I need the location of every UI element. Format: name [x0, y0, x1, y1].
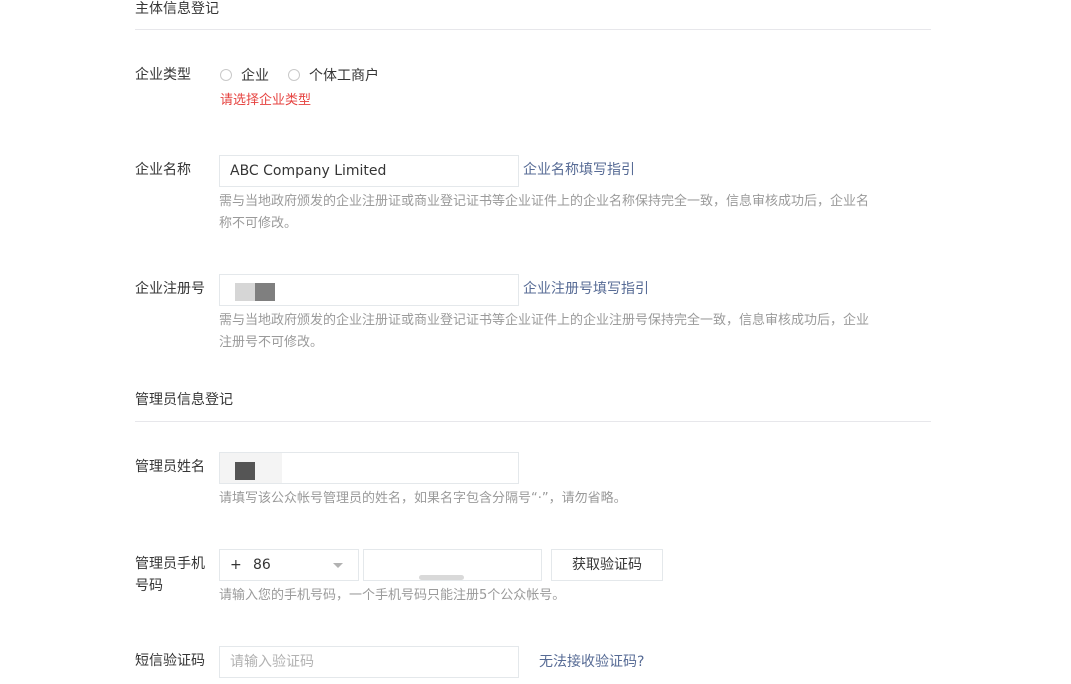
radio-circle-icon[interactable]	[220, 69, 232, 81]
enterprise-name-hint-line1: 需与当地政府颁发的企业注册证或商业登记证书等企业证件上的企业名称保持完全一致，信…	[219, 194, 870, 209]
admin-name-label: 管理员姓名	[135, 459, 205, 475]
radio-individual-business-label: 个体工商户	[309, 68, 379, 84]
registration-number-input[interactable]	[219, 274, 519, 306]
country-code-value: 86	[253, 557, 271, 573]
cannot-receive-code-link[interactable]: 无法接收验证码?	[539, 653, 644, 671]
registration-number-label: 企业注册号	[135, 281, 205, 297]
enterprise-type-error: 请选择企业类型	[220, 93, 312, 108]
radio-individual-business[interactable]: 个体工商户	[288, 65, 379, 85]
registration-number-hint-line1: 需与当地政府颁发的企业注册证或商业登记证书等企业证件上的企业注册号保持完全一致，…	[219, 313, 870, 328]
admin-name-hint: 请填写该公众帐号管理员的姓名，如果名字包含分隔号“·”，请勿省略。	[219, 491, 627, 506]
enterprise-name-hint-line2: 称不可修改。	[219, 216, 298, 231]
section-divider	[135, 29, 931, 30]
enterprise-name-label: 企业名称	[135, 162, 191, 178]
redacted-value	[419, 575, 464, 580]
section-title-admin: 管理员信息登记	[135, 392, 233, 408]
radio-circle-icon[interactable]	[288, 69, 300, 81]
phone-number-input[interactable]	[363, 549, 542, 581]
admin-phone-hint: 请输入您的手机号码，一个手机号码只能注册5个公众帐号。	[219, 588, 566, 603]
admin-phone-label-line2: 号码	[135, 578, 163, 594]
registration-number-guide-link[interactable]: 企业注册号填写指引	[523, 280, 649, 298]
section-title-subject: 主体信息登记	[135, 1, 219, 17]
redacted-value	[255, 283, 275, 301]
sms-code-input[interactable]	[219, 646, 519, 678]
country-code-select[interactable]: + 86	[219, 549, 359, 581]
registration-number-hint-line2: 注册号不可修改。	[219, 335, 324, 350]
admin-phone-label-line1: 管理员手机	[135, 556, 205, 572]
radio-enterprise[interactable]: 企业	[220, 65, 269, 85]
admin-name-input[interactable]	[219, 452, 519, 484]
enterprise-name-guide-link[interactable]: 企业名称填写指引	[523, 161, 635, 179]
radio-enterprise-label: 企业	[241, 68, 269, 84]
country-code-prefix: +	[230, 557, 242, 573]
chevron-down-icon	[333, 563, 343, 568]
get-verification-code-button[interactable]: 获取验证码	[551, 549, 663, 581]
redacted-value	[235, 283, 255, 301]
sms-code-label: 短信验证码	[135, 653, 205, 669]
section-divider	[135, 421, 931, 422]
redacted-value	[235, 462, 255, 480]
enterprise-type-label: 企业类型	[135, 67, 191, 83]
enterprise-name-input[interactable]	[219, 155, 519, 187]
